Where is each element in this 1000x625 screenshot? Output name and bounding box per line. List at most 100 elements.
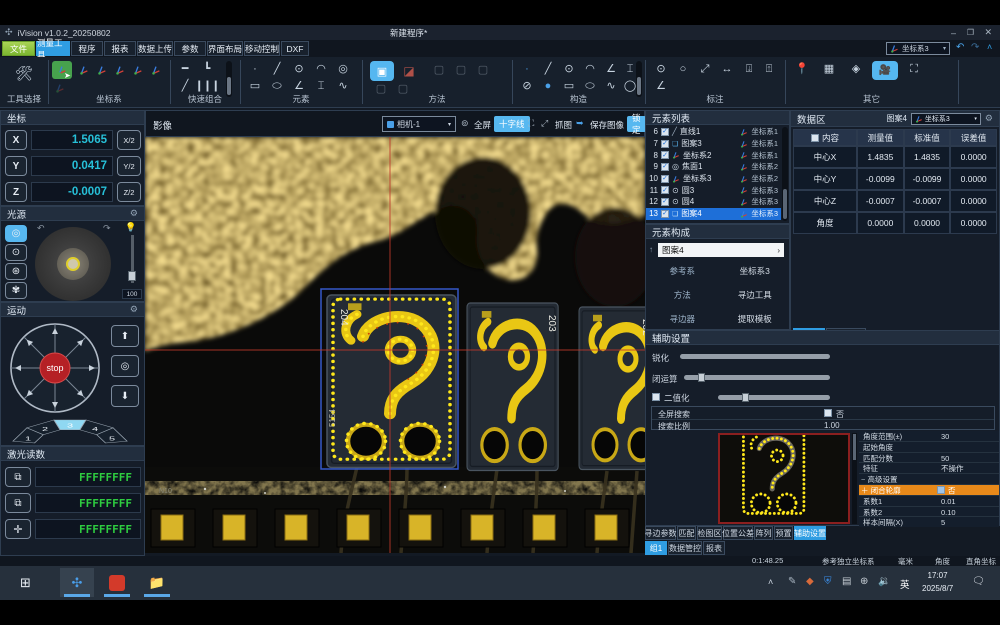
z-home-button[interactable]: ◎ (111, 355, 139, 377)
quick-line-icon[interactable]: ━ (176, 62, 194, 77)
checkbox-checked-icon[interactable]: ✓ (661, 140, 669, 148)
setting-row[interactable]: 匹配分数50 (859, 453, 999, 464)
annotate-angle-icon[interactable]: ∠ (652, 79, 670, 94)
comp-value[interactable]: 提取模板 (719, 313, 792, 325)
group-scrollbar[interactable] (226, 61, 232, 97)
menu-measure-tools[interactable]: 测量工具 (36, 41, 70, 56)
quick-parallel-icon[interactable]: ❙❙❙ (198, 79, 216, 94)
notification-icon[interactable]: 🗨 (972, 576, 985, 587)
construct-line-icon[interactable]: ╱ (539, 62, 557, 77)
fullscreen-button[interactable]: 全屏 (474, 119, 491, 131)
data-coord-select[interactable]: 坐标系3 ▾ (911, 113, 981, 125)
construct-dot-icon[interactable]: ● (539, 79, 557, 94)
eraser-icon[interactable]: ◪ (400, 63, 418, 78)
construct-arc-icon[interactable]: ◠ (581, 62, 599, 77)
tab-position-tolerance[interactable]: 位置公差 (723, 526, 753, 540)
z-up-button[interactable]: ⬆ (111, 325, 139, 347)
distance-tool-icon[interactable]: ⌶ (312, 79, 330, 94)
grid-frame-icon[interactable]: ▦ (820, 62, 838, 77)
setting-group-row[interactable]: − 高级设置 (859, 474, 999, 485)
construct-point-icon[interactable]: · (518, 62, 536, 77)
lock-toggle[interactable]: 锁定 (627, 116, 646, 132)
tray-chevron-icon[interactable]: ˄ (768, 577, 773, 587)
checkbox-checked-icon[interactable]: ✓ (661, 210, 669, 218)
binarize-slider[interactable] (718, 395, 830, 400)
construct-cross-circle-icon[interactable]: ⊘ (518, 79, 536, 94)
menu-file[interactable]: 文件 (2, 41, 35, 56)
taskbar-app-ivision[interactable]: ✣ (60, 568, 94, 597)
tool-select-icon[interactable]: 🛠 (15, 65, 33, 80)
curve-tool-icon[interactable]: ∿ (334, 79, 352, 94)
microscope-image[interactable]: N10 204 203 (145, 137, 645, 553)
annotate-height-icon[interactable]: ⍐ (760, 62, 778, 77)
laser-cross-button[interactable]: ✛ (5, 519, 31, 539)
collapse-icon[interactable]: − (861, 475, 865, 484)
laser-flip1-button[interactable]: ⧉ (5, 467, 31, 487)
rect-tool-icon[interactable]: ▭ (246, 79, 264, 94)
annotate-oblique-icon[interactable]: ⤢ (696, 62, 714, 77)
group-scrollbar[interactable] (636, 61, 642, 97)
tab-array[interactable]: 阵列 (754, 526, 773, 540)
coord-tool-icon[interactable] (133, 65, 143, 75)
z-down-button[interactable]: ⬇ (111, 385, 139, 407)
aux-scrollbar[interactable] (852, 433, 857, 524)
setting-row[interactable]: 起始角度 (859, 442, 999, 453)
checkbox-checked-icon[interactable]: ✓ (661, 128, 669, 136)
quick-corner-icon[interactable]: ┗ (198, 62, 216, 77)
menu-data-upload[interactable]: 数据上传 (137, 41, 173, 56)
annotate-diameter-icon[interactable]: ⊙ (652, 62, 670, 77)
tab-inspect-zone[interactable]: 检图区 (697, 526, 722, 540)
y-axis-button[interactable]: Y (5, 156, 27, 176)
setting-row[interactable]: 特征不操作 (859, 463, 999, 474)
annotate-horizontal-icon[interactable]: ↔ (718, 62, 736, 77)
z-axis-button[interactable]: Z (5, 182, 27, 202)
construct-rect-icon[interactable]: ▭ (560, 79, 578, 94)
light-mode-multi-button[interactable]: ✾ (5, 282, 27, 299)
checkbox-checked-icon[interactable]: ✓ (661, 151, 669, 159)
taskbar-app-red[interactable] (100, 568, 134, 597)
element-row[interactable]: 6✓╱直线1坐标系1 (646, 126, 781, 138)
sharpen-slider[interactable] (680, 354, 830, 359)
coord-tool-icon[interactable] (79, 65, 89, 75)
x-half-button[interactable]: X/2 (117, 130, 141, 150)
close-op-slider[interactable] (684, 375, 830, 380)
scan-frame-icon[interactable]: ⛶ (905, 62, 923, 77)
element-row[interactable]: 11✓⊙圆3坐标系3 (646, 184, 781, 196)
arc-tool-icon[interactable]: ◠ (312, 62, 330, 77)
gear-icon[interactable]: ⚙ (985, 113, 993, 124)
snapshot-button[interactable]: 抓图 (555, 119, 572, 131)
tab-report[interactable]: 报表 (703, 541, 725, 555)
setting-row[interactable]: 样本间隔(X)5 (859, 517, 999, 527)
line-tool-icon[interactable]: ╱ (268, 62, 286, 77)
coord-tool-icon[interactable] (97, 65, 107, 75)
setting-row[interactable]: 系数20.10 (859, 507, 999, 518)
method-box-active[interactable]: ▣ (370, 61, 394, 81)
checkbox-checked-icon[interactable]: ✓ (661, 163, 669, 171)
tab-edge-params[interactable]: 寻边参数 (645, 526, 676, 540)
export-arrow-icon[interactable]: ➥ (576, 118, 584, 129)
search-ratio-value[interactable]: 1.00 (824, 421, 840, 430)
coord-tool-icon[interactable] (55, 83, 65, 93)
element-row[interactable]: 8✓坐标系2坐标系1 (646, 149, 781, 161)
taskbar-app-explorer[interactable]: 📁 (140, 568, 174, 597)
minimize-button[interactable]: – (951, 28, 956, 38)
quick-diag-icon[interactable]: ╱ (176, 79, 194, 94)
coord-tool-icon[interactable] (151, 65, 161, 75)
light-mode-quad-button[interactable]: ⊛ (5, 263, 27, 280)
construct-slot-icon[interactable]: ⬭ (581, 79, 599, 94)
tab-aux-settings[interactable]: 辅助设置 (794, 526, 826, 540)
speed-selector[interactable]: 1 2 3 4 5 (5, 417, 139, 445)
tab-match[interactable]: 匹配 (677, 526, 696, 540)
checkbox-checked-icon[interactable]: ✓ (661, 198, 669, 206)
element-row[interactable]: 12✓⊙圆4坐标系3 (646, 196, 781, 208)
light-mode-spot-button[interactable]: ⊙ (5, 244, 27, 261)
checkbox-checked-icon[interactable]: ✓ (661, 175, 669, 183)
tab-data-control[interactable]: 数据管控 (668, 541, 702, 555)
element-list-scrollbar[interactable] (782, 127, 788, 221)
tab-preset[interactable]: 预置 (774, 526, 793, 540)
expand-icon[interactable]: ＋ (861, 486, 869, 495)
menu-layout[interactable]: 界面布局 (207, 41, 243, 56)
coordinate-system-select[interactable]: 坐标系3 ▾ (886, 42, 950, 55)
tray-globe-icon[interactable]: ⊕ (860, 576, 868, 587)
tray-badge-icon[interactable]: ◆ (806, 576, 814, 587)
